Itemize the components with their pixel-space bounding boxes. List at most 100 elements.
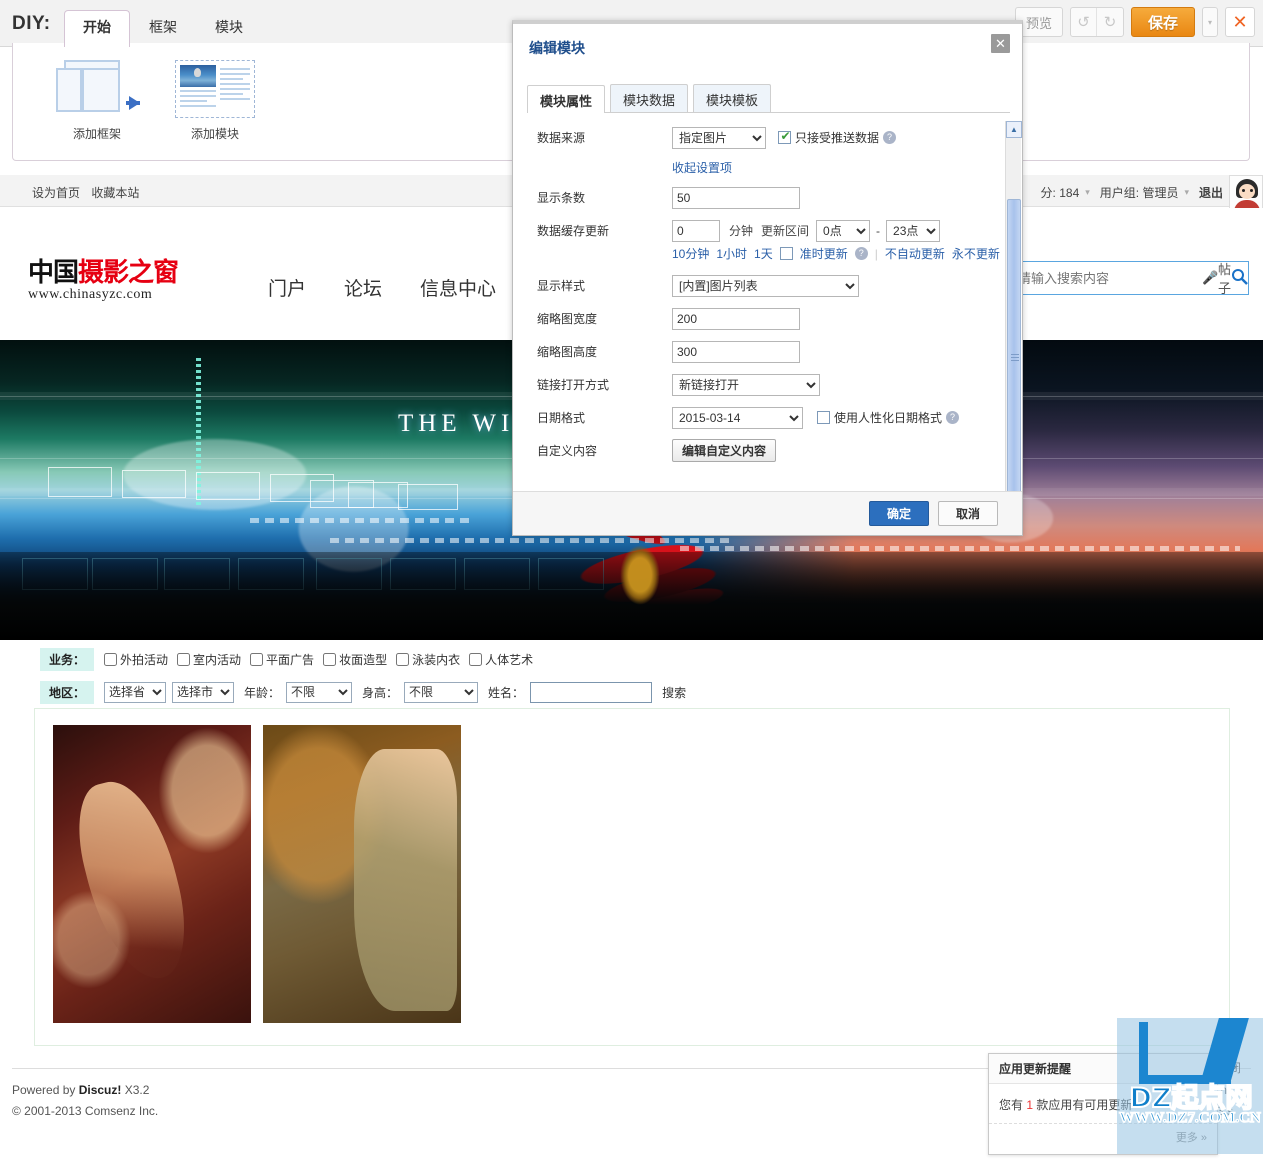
name-input[interactable] xyxy=(530,681,653,703)
gallery-photo-2[interactable] xyxy=(263,725,461,1023)
diy-tab-start[interactable]: 开始 xyxy=(64,10,130,47)
cancel-button[interactable]: 取消 xyxy=(937,501,998,526)
diy-tab-frame[interactable]: 框架 xyxy=(130,10,196,47)
points-caret-icon[interactable]: ▾ xyxy=(1085,187,1090,198)
business-option-5[interactable]: 人体艺术 xyxy=(469,651,533,668)
business-filter-row: 业务： 外拍活动 室内活动 平面广告 妆面造型 泳装内衣 人体艺术 xyxy=(0,645,1263,673)
province-select[interactable]: 选择省 xyxy=(104,681,167,703)
never-update-link[interactable]: 永不更新 xyxy=(952,245,1000,262)
cache-label: 数据缓存更新 xyxy=(537,224,610,238)
style-select[interactable]: [内置]图片列表 xyxy=(672,274,859,297)
save-dropdown-arrow-icon[interactable]: ▾ xyxy=(1202,7,1218,37)
bookmark-link[interactable]: 收藏本站 xyxy=(91,186,139,200)
help-icon-ontime[interactable]: ? xyxy=(854,247,868,260)
banner-crest-icon xyxy=(620,545,660,605)
watermark-logo-icon xyxy=(1139,1022,1231,1084)
undo-icon[interactable]: ↺ xyxy=(1071,8,1097,36)
age-select[interactable]: 不限 xyxy=(286,681,353,703)
copyright-line: © 2001-2013 Comsenz Inc. xyxy=(12,1104,159,1118)
interval-to-select[interactable]: 23点 xyxy=(886,219,941,242)
edit-custom-content-button[interactable]: 编辑自定义内容 xyxy=(672,439,777,462)
quick-1hour-link[interactable]: 1小时 xyxy=(716,245,747,262)
nav-item-infocenter[interactable]: 信息中心 xyxy=(420,274,496,301)
business-checkbox-2[interactable] xyxy=(250,652,264,666)
business-option-3[interactable]: 妆面造型 xyxy=(323,651,387,668)
dialog-footer: 确定 取消 xyxy=(513,491,1022,535)
avatar[interactable] xyxy=(1229,175,1263,209)
business-checkbox-5[interactable] xyxy=(469,652,483,666)
interval-label: 更新区间 xyxy=(761,224,810,238)
thumb-width-row: 缩略图宽度 xyxy=(527,302,1009,335)
dialog-scrollbar[interactable]: ▲ ▼ xyxy=(1005,121,1022,516)
business-checkbox-0[interactable] xyxy=(104,652,118,666)
diy-close-icon[interactable]: ✕ xyxy=(1225,7,1255,37)
collapse-settings-link[interactable]: 收起设置项 xyxy=(672,159,732,176)
business-option-4[interactable]: 泳装内衣 xyxy=(396,651,460,668)
business-checkbox-3[interactable] xyxy=(323,652,337,666)
ontime-update-checkbox[interactable] xyxy=(779,247,793,260)
push-only-label: 只接受推送数据 xyxy=(795,131,880,145)
thumb-height-input[interactable] xyxy=(672,340,800,363)
usergroup-caret-icon[interactable]: ▾ xyxy=(1184,187,1189,198)
filter-search-button[interactable]: 搜索 xyxy=(662,684,686,701)
diy-tab-module[interactable]: 模块 xyxy=(196,10,262,47)
tab-module-template[interactable]: 模块模板 xyxy=(693,84,772,112)
add-frame-item[interactable]: 添加框架 xyxy=(51,55,143,142)
date-format-row: 日期格式 2015-03-14 使用人性化日期格式 ? xyxy=(527,401,1009,434)
microphone-icon[interactable]: 🎤 xyxy=(1202,270,1218,286)
save-button[interactable]: 保存 xyxy=(1130,7,1195,37)
logo-url: www.chinasyzc.com xyxy=(28,287,153,302)
humanize-date-wrap[interactable]: 使用人性化日期格式 ? xyxy=(817,409,960,426)
push-only-checkbox[interactable] xyxy=(778,129,792,144)
gallery-photo-1[interactable] xyxy=(53,725,251,1023)
interval-from-select[interactable]: 0点 xyxy=(816,219,871,242)
business-checkbox-1[interactable] xyxy=(177,652,191,666)
points-label: 分: 184 xyxy=(1040,186,1080,200)
ok-button[interactable]: 确定 xyxy=(868,501,929,526)
help-icon-humanize[interactable]: ? xyxy=(946,411,960,424)
diy-label: DIY: xyxy=(12,13,51,34)
dialog-body: 数据来源 指定图片 只接受推送数据 ? 收起设置项 显示条数 数据缓存更 xyxy=(527,121,1010,516)
redo-icon[interactable]: ↻ xyxy=(1097,8,1123,36)
nav-item-portal[interactable]: 门户 xyxy=(268,274,306,301)
dialog-title: 编辑模块 xyxy=(529,40,585,56)
powered-by-line: Powered by Discuz! X3.2 xyxy=(12,1080,158,1101)
help-icon-push-only[interactable]: ? xyxy=(883,131,897,144)
footer-left: Powered by Discuz! X3.2 © 2001-2013 Coms… xyxy=(12,1080,158,1122)
thumb-width-input[interactable] xyxy=(672,307,800,330)
quick-10min-link[interactable]: 10分钟 xyxy=(672,245,709,262)
city-select[interactable]: 选择市 xyxy=(172,681,235,703)
count-input[interactable] xyxy=(672,186,800,209)
height-select[interactable]: 不限 xyxy=(404,681,479,703)
edit-module-dialog: 编辑模块 ✕ 模块属性 模块数据 模块模板 数据来源 指定图片 只接受推送数据 … xyxy=(512,20,1023,536)
scrollbar-thumb[interactable] xyxy=(1007,199,1021,509)
count-row: 显示条数 xyxy=(527,181,1009,214)
age-label: 年龄： xyxy=(244,685,281,700)
business-checkbox-4[interactable] xyxy=(396,652,410,666)
discuz-brand[interactable]: Discuz! xyxy=(79,1083,122,1097)
business-option-0[interactable]: 外拍活动 xyxy=(104,651,168,668)
search-icon[interactable] xyxy=(1231,268,1248,288)
search-type-selector[interactable]: 帖子 xyxy=(1218,259,1231,297)
no-auto-update-link[interactable]: 不自动更新 xyxy=(885,245,945,262)
search-input[interactable] xyxy=(1010,262,1202,294)
site-logo[interactable]: 中国摄影之窗 www.chinasyzc.com xyxy=(28,260,179,303)
tab-module-data[interactable]: 模块数据 xyxy=(610,84,689,112)
nav-item-forum[interactable]: 论坛 xyxy=(344,274,382,301)
close-icon[interactable]: ✕ xyxy=(991,34,1010,53)
name-label: 姓名： xyxy=(488,685,525,700)
link-target-select[interactable]: 新链接打开 xyxy=(672,373,820,396)
scroll-up-icon[interactable]: ▲ xyxy=(1006,121,1022,138)
cache-input[interactable] xyxy=(672,219,720,242)
push-only-checkbox-wrap[interactable]: 只接受推送数据 ? xyxy=(778,129,897,146)
humanize-date-checkbox[interactable] xyxy=(817,411,830,424)
logout-link[interactable]: 退出 xyxy=(1199,184,1223,201)
business-option-1[interactable]: 室内活动 xyxy=(177,651,241,668)
add-module-item[interactable]: 添加模块 xyxy=(169,55,261,142)
date-format-select[interactable]: 2015-03-14 xyxy=(672,406,803,429)
quick-1day-link[interactable]: 1天 xyxy=(754,245,773,262)
business-option-2[interactable]: 平面广告 xyxy=(250,651,314,668)
datasource-select[interactable]: 指定图片 xyxy=(672,126,766,149)
set-homepage-link[interactable]: 设为首页 xyxy=(32,186,80,200)
tab-module-properties[interactable]: 模块属性 xyxy=(527,85,606,113)
